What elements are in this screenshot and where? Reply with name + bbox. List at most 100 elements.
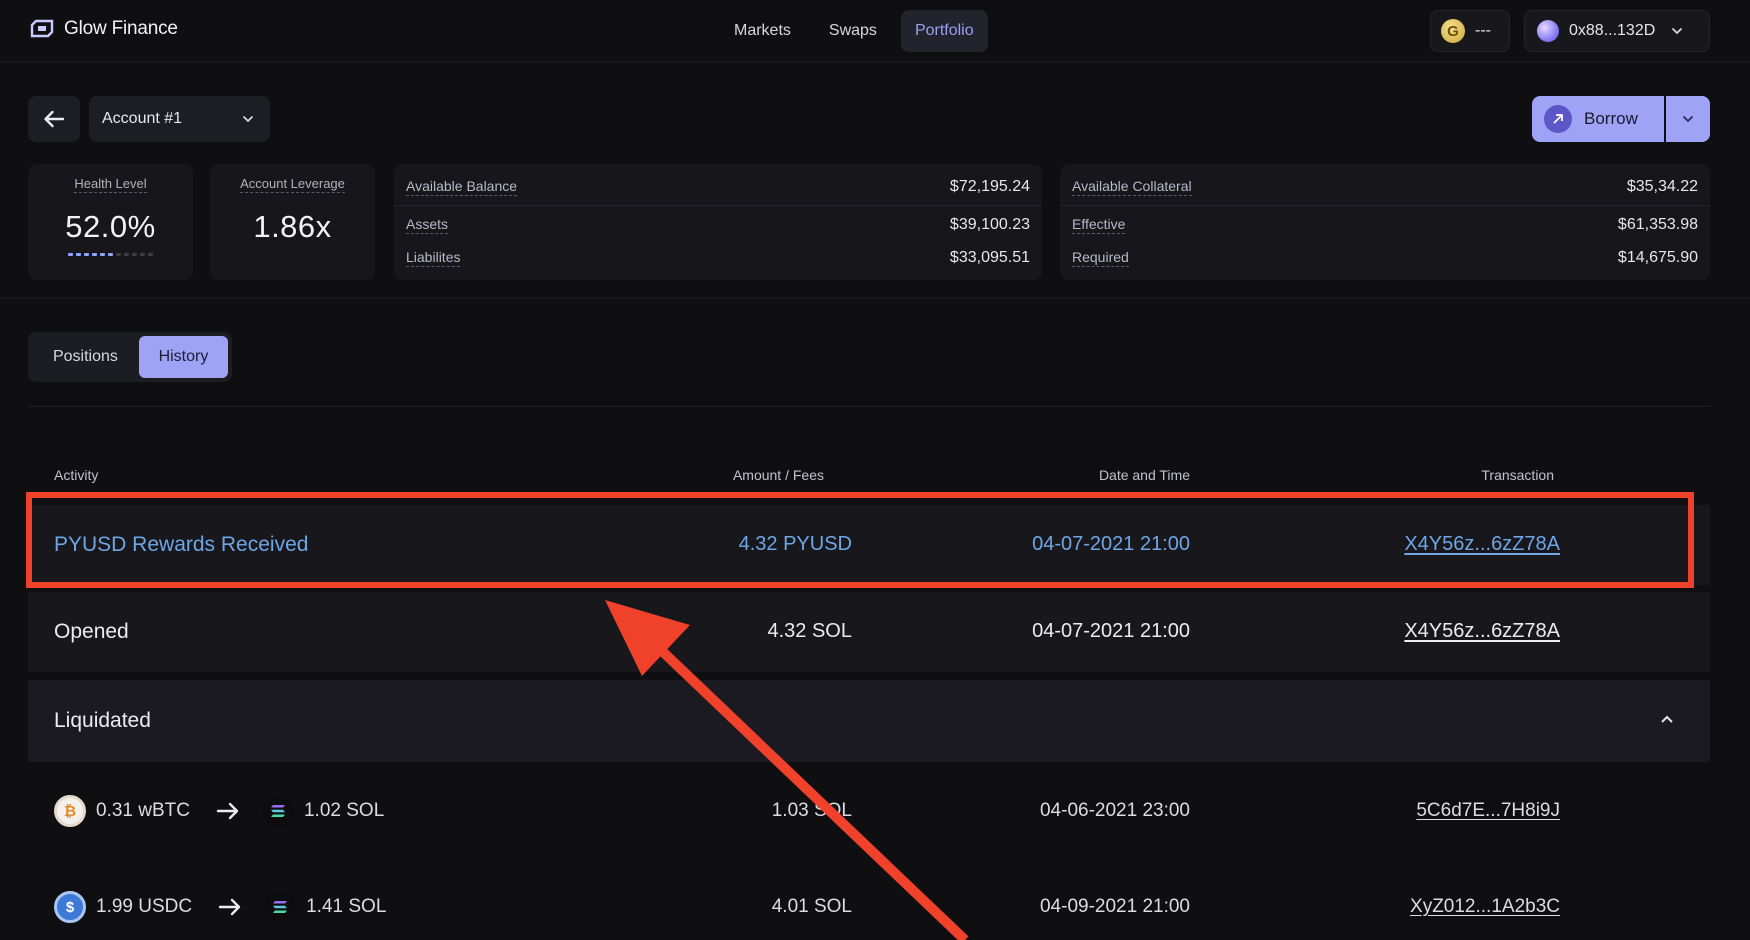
- health-bar-segment: [148, 253, 153, 256]
- health-bar-segment: [124, 253, 129, 256]
- required-label[interactable]: Required: [1072, 249, 1129, 267]
- health-bar-segment: [68, 253, 73, 256]
- liabilities-label[interactable]: Liabilites: [406, 249, 461, 267]
- required-value: $14,675.90: [1617, 249, 1698, 266]
- borrow-label: Borrow: [1584, 109, 1638, 128]
- assets-value: $39,100.23: [949, 216, 1030, 233]
- borrow-button[interactable]: Borrow: [1532, 96, 1664, 142]
- balance-card: Available Balance $72,195.24 Assets $39,…: [394, 164, 1042, 280]
- column-header-date: Date and Time: [1098, 467, 1190, 483]
- brand-name: Glow Finance: [64, 18, 178, 39]
- main-nav: Markets Swaps Portfolio: [720, 10, 988, 52]
- swap-to-amount: 1.41 SOL: [306, 896, 387, 917]
- account-selector[interactable]: Account #1: [89, 96, 270, 142]
- transaction-link[interactable]: XyZ012...1A2b3C: [1410, 896, 1560, 918]
- borrow-options-button[interactable]: [1666, 96, 1710, 142]
- amount-cell: 4.32 PYUSD: [738, 533, 852, 555]
- amount-cell: 4.01 SOL: [771, 896, 852, 917]
- chevron-down-icon: [1672, 27, 1683, 35]
- health-bar-segment: [76, 253, 81, 256]
- nav-swaps[interactable]: Swaps: [815, 10, 891, 52]
- wallet-avatar-icon: [1537, 20, 1559, 42]
- health-bar-segment: [132, 253, 137, 256]
- tab-positions[interactable]: Positions: [32, 336, 139, 378]
- account-leverage-value: 1.86x: [253, 209, 332, 244]
- available-collateral-value: $35,34.22: [1626, 178, 1698, 195]
- account-label: Account #1: [102, 110, 183, 127]
- arrow-right-icon: [216, 802, 240, 820]
- glow-logo-icon: [30, 19, 54, 38]
- date-cell: 04-09-2021 21:00: [1039, 896, 1190, 917]
- health-bar-segment: [84, 253, 89, 256]
- token-balance-chip[interactable]: G ---: [1430, 10, 1510, 52]
- account-leverage-label[interactable]: Account Leverage: [240, 176, 345, 193]
- liabilities-value: $33,095.51: [949, 249, 1030, 266]
- liquidated-group-row[interactable]: Liquidated: [28, 680, 1710, 762]
- activity-cell: Liquidated: [54, 709, 151, 732]
- health-level-card: Health Level 52.0%: [28, 164, 193, 280]
- health-bar-segment: [140, 253, 145, 256]
- transaction-link[interactable]: X4Y56z...6zZ78A: [1404, 620, 1560, 643]
- section-divider: [0, 298, 1750, 299]
- table-row[interactable]: Opened 4.32 SOL 04-07-2021 21:00 X4Y56z.…: [28, 592, 1710, 672]
- swap-from-amount: 1.99 USDC: [96, 896, 193, 917]
- swap-detail: ₿ 0.31 wBTC 1.02 SOL: [54, 795, 384, 827]
- token-balance-value: ---: [1475, 22, 1491, 39]
- health-bar-segment: [116, 253, 121, 256]
- wallet-address: 0x88...132D: [1569, 22, 1656, 39]
- health-bar-segment: [108, 253, 113, 256]
- amount-cell: 4.32 SOL: [767, 620, 852, 642]
- date-cell: 04-07-2021 21:00: [1032, 620, 1190, 642]
- health-bar-segment: [100, 253, 105, 256]
- amount-cell: 1.03 SOL: [771, 800, 852, 821]
- transaction-link[interactable]: X4Y56z...6zZ78A: [1404, 533, 1560, 556]
- collateral-card: Available Collateral $35,34.22 Effective…: [1060, 164, 1710, 280]
- solana-icon: [261, 795, 294, 827]
- table-row[interactable]: PYUSD Rewards Received 4.32 PYUSD 04-07-…: [28, 505, 1710, 585]
- bitcoin-icon: ₿: [54, 795, 86, 827]
- arrow-left-icon: [44, 110, 65, 128]
- activity-cell: Opened: [54, 620, 129, 643]
- health-level-bar: [28, 253, 193, 256]
- brand[interactable]: Glow Finance: [30, 18, 178, 40]
- effective-label[interactable]: Effective: [1072, 216, 1126, 234]
- swap-detail: $ 1.99 USDC 1.41 SOL: [54, 891, 386, 923]
- wallet-button[interactable]: 0x88...132D: [1524, 10, 1710, 52]
- borrow-button-group: Borrow: [1532, 96, 1710, 142]
- arrow-up-right-icon: [1544, 105, 1572, 133]
- swap-row[interactable]: ₿ 0.31 wBTC 1.02 SOL 1.03 SOL 04-06-2021…: [28, 772, 1710, 852]
- swap-row[interactable]: $ 1.99 USDC 1.41 SOL 4.01 SOL 04-09-2021…: [28, 868, 1710, 940]
- effective-value: $61,353.98: [1617, 216, 1698, 233]
- health-level-value: 52.0%: [65, 209, 156, 244]
- tab-history[interactable]: History: [138, 336, 228, 378]
- back-button[interactable]: [28, 96, 80, 142]
- column-header-transaction: Transaction: [1481, 467, 1554, 483]
- top-navigation-bar: Glow Finance Markets Swaps Portfolio G -…: [0, 0, 1750, 62]
- solana-icon: [264, 891, 297, 923]
- swap-to-amount: 1.02 SOL: [303, 800, 385, 821]
- transaction-link[interactable]: 5C6d7E...7H8i9J: [1416, 800, 1560, 822]
- available-balance-value: $72,195.24: [949, 178, 1030, 195]
- column-header-activity: Activity: [54, 467, 99, 483]
- assets-label[interactable]: Assets: [406, 216, 449, 234]
- available-balance-label[interactable]: Available Balance: [406, 178, 518, 196]
- health-level-label[interactable]: Health Level: [74, 176, 147, 193]
- chevron-down-icon: [242, 115, 254, 123]
- date-cell: 04-06-2021 23:00: [1039, 800, 1190, 821]
- column-header-amount: Amount / Fees: [732, 467, 824, 483]
- glow-token-icon: G: [1441, 19, 1465, 43]
- usdc-icon: $: [54, 891, 86, 923]
- arrow-right-icon: [218, 898, 242, 916]
- portfolio-tabs: Positions History: [28, 332, 232, 382]
- nav-portfolio[interactable]: Portfolio: [900, 10, 988, 52]
- activity-cell: PYUSD Rewards Received: [54, 533, 309, 556]
- account-leverage-card: Account Leverage 1.86x: [210, 164, 375, 280]
- date-cell: 04-07-2021 21:00: [1032, 533, 1190, 555]
- chevron-up-icon[interactable]: [1660, 715, 1674, 724]
- chevron-down-icon: [1682, 115, 1694, 123]
- swap-from-amount: 0.31 wBTC: [96, 800, 190, 821]
- available-collateral-label[interactable]: Available Collateral: [1072, 178, 1192, 196]
- nav-markets[interactable]: Markets: [720, 10, 805, 52]
- health-bar-segment: [92, 253, 97, 256]
- section-divider: [28, 406, 1710, 407]
